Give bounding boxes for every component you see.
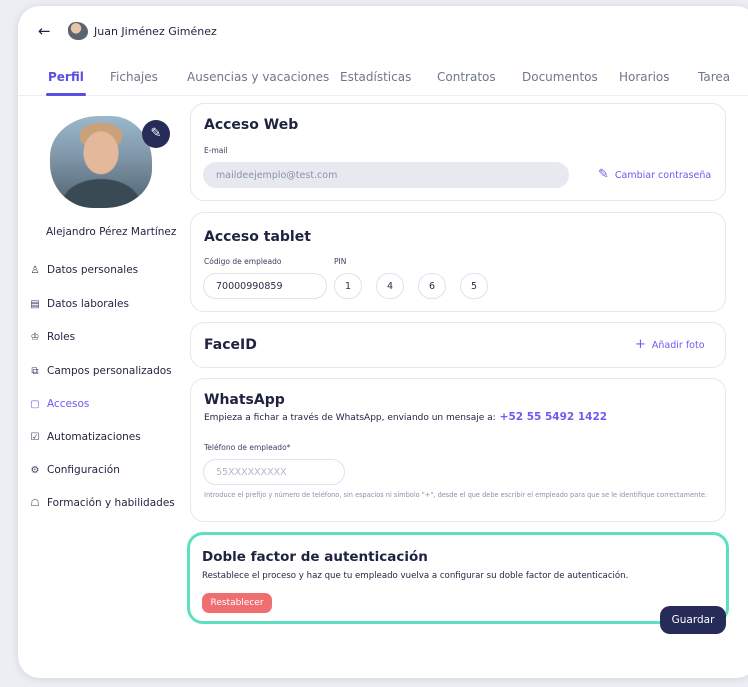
sidebar-item-automatizaciones[interactable]: ☑ Automatizaciones (28, 429, 141, 445)
sidebar-item-label: Datos laborales (47, 298, 129, 310)
arrow-left-icon[interactable]: ← (38, 22, 56, 40)
tab-horarios[interactable]: Horarios (619, 70, 670, 84)
sidebar-item-label: Automatizaciones (47, 431, 141, 443)
sidebar-item-formacion[interactable]: ☖ Formación y habilidades (28, 495, 175, 511)
tab-contratos[interactable]: Contratos (437, 70, 496, 84)
faceid-card: FaceID + Añadir foto (190, 322, 726, 368)
employee-code-label: Código de empleado (204, 257, 282, 266)
person-icon: ♙ (30, 264, 40, 276)
reset-button[interactable]: Restablecer (202, 593, 272, 613)
pin-digit[interactable]: 5 (460, 273, 488, 299)
card-title: Acceso tablet (204, 229, 311, 245)
key-icon: ▢ (30, 398, 40, 410)
sidebar-item-label: Configuración (47, 464, 120, 476)
email-label: E-mail (204, 146, 228, 155)
pencil-icon[interactable]: ✎ (142, 120, 170, 148)
card-title: Acceso Web (204, 117, 299, 133)
profile-name: Alejandro Pérez Martínez (46, 226, 177, 238)
web-access-card: Acceso Web E-mail maildeejemplo@test.com… (190, 103, 726, 201)
sidebar-item-roles[interactable]: ♔ Roles (28, 329, 76, 345)
sidebar-item-label: Formación y habilidades (47, 497, 175, 509)
crown-icon: ♔ (30, 331, 40, 343)
user-name: Juan Jiménez Giménez (94, 24, 217, 38)
pin-label: PIN (334, 257, 347, 266)
employee-code-field[interactable]: 70000990859 (203, 273, 327, 299)
tab-documentos[interactable]: Documentos (522, 70, 598, 84)
gear-icon: ⚙ (30, 464, 40, 476)
profile-photo: ✎ (50, 116, 170, 216)
pin-digit[interactable]: 4 (376, 273, 404, 299)
active-tab-indicator (46, 93, 86, 96)
whatsapp-instructions: Empieza a fichar a través de WhatsApp, e… (204, 411, 607, 423)
pin-digit[interactable]: 6 (418, 273, 446, 299)
sidebar-item-datos-laborales[interactable]: ▤ Datos laborales (28, 296, 129, 312)
whatsapp-card: WhatsApp Empieza a fichar a través de Wh… (190, 378, 726, 522)
card-title: FaceID (204, 337, 257, 353)
sidebar-item-accesos[interactable]: ▢ Accesos (28, 396, 89, 412)
whatsapp-phone: +52 55 5492 1422 (499, 411, 608, 423)
tablet-access-card: Acceso tablet Código de empleado PIN 700… (190, 212, 726, 312)
phone-hint: Introduce el prefijo y número de teléfon… (204, 491, 708, 499)
tab-perfil[interactable]: Perfil (48, 70, 84, 84)
email-field[interactable]: maildeejemplo@test.com (203, 162, 569, 188)
card-title: Doble factor de autenticación (202, 549, 428, 565)
change-password-link[interactable]: ✎ Cambiar contraseña (598, 167, 711, 182)
tab-ausencias[interactable]: Ausencias y vacaciones (187, 70, 329, 84)
two-factor-description: Restablece el proceso y haz que tu emple… (202, 571, 629, 581)
tab-estadisticas[interactable]: Estadísticas (340, 70, 411, 84)
phone-field[interactable]: 55XXXXXXXXX (203, 459, 345, 485)
whatsapp-text: Empieza a fichar a través de WhatsApp, e… (204, 413, 496, 423)
two-factor-card: Doble factor de autenticación Restablece… (187, 532, 729, 624)
app-window: ← Juan Jiménez Giménez Perfil Fichajes A… (18, 6, 748, 678)
change-password-label: Cambiar contraseña (614, 170, 712, 181)
top-bar: ← Juan Jiménez Giménez (38, 20, 217, 42)
save-button[interactable]: Guardar (660, 606, 726, 634)
checkbox-icon: ☑ (30, 431, 40, 443)
sidebar-item-label: Roles (47, 331, 76, 343)
pencil-icon: ✎ (598, 167, 609, 182)
pin-digit[interactable]: 1 (334, 273, 362, 299)
sidebar-item-campos-personalizados[interactable]: ⧉ Campos personalizados (28, 363, 172, 379)
document-icon: ▤ (30, 298, 40, 310)
tab-fichajes[interactable]: Fichajes (110, 70, 158, 84)
fields-icon: ⧉ (31, 365, 39, 377)
sidebar-item-label: Campos personalizados (47, 365, 172, 377)
avatar (68, 22, 88, 40)
card-title: WhatsApp (204, 392, 285, 408)
graduation-icon: ☖ (30, 497, 40, 509)
tab-bar: Perfil Fichajes Ausencias y vacaciones E… (18, 66, 748, 96)
sidebar-item-label: Datos personales (47, 264, 139, 276)
avatar (50, 116, 152, 208)
sidebar-item-label: Accesos (47, 398, 90, 410)
phone-label: Teléfono de empleado* (204, 443, 291, 452)
plus-icon: + (635, 337, 646, 352)
add-photo-button[interactable]: + Añadir foto (635, 337, 705, 352)
add-photo-label: Añadir foto (651, 340, 705, 351)
sidebar-item-datos-personales[interactable]: ♙ Datos personales (28, 262, 139, 278)
tab-tareas[interactable]: Tarea (698, 70, 730, 84)
sidebar-item-configuracion[interactable]: ⚙ Configuración (28, 462, 120, 478)
